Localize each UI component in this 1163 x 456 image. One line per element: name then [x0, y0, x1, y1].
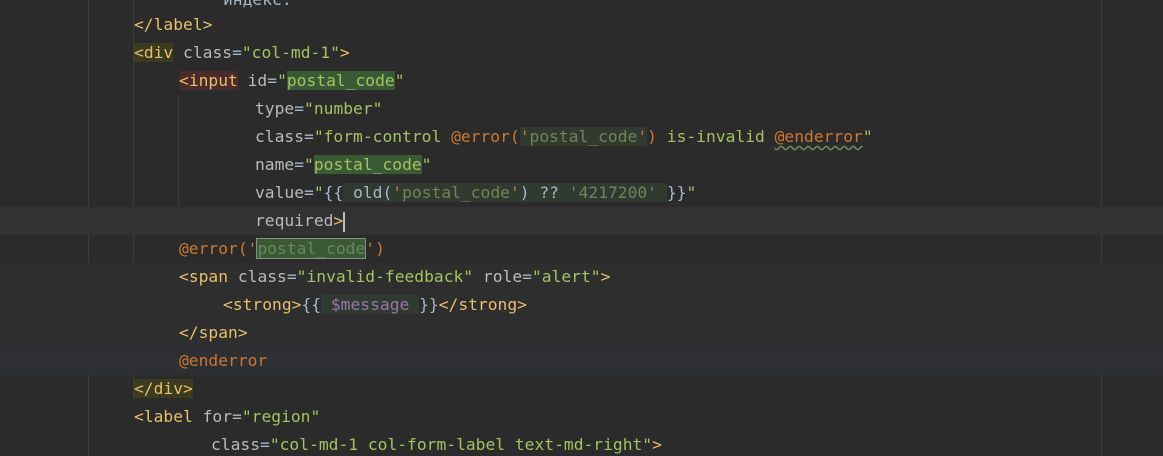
code-text: type="number" — [255, 99, 383, 118]
code-text: <input id="postal_code" — [179, 71, 405, 90]
code-line[interactable]: <span class="invalid-feedback" role="ale… — [0, 263, 1163, 291]
code-text: </div> — [134, 375, 193, 403]
code-editor[interactable]: индекс: </label> <div class="col-md-1"> … — [0, 0, 1163, 456]
code-line[interactable]: <div class="col-md-1"> — [0, 39, 1163, 67]
code-line[interactable]: value="{{ old('postal_code') ?? '4217200… — [0, 179, 1163, 207]
code-line[interactable]: </span> — [0, 319, 1163, 347]
code-text: @enderror — [179, 351, 268, 370]
code-line[interactable]: <input id="postal_code" — [0, 67, 1163, 95]
code-line[interactable]: type="number" — [0, 95, 1163, 123]
code-line[interactable]: </div> — [0, 375, 1163, 403]
code-line-current[interactable]: required> — [0, 207, 1163, 235]
code-line[interactable]: class="form-control @error('postal_code'… — [0, 123, 1163, 151]
occurrence-highlight: postal_code — [286, 71, 395, 90]
code-text: class="form-control @error('postal_code'… — [255, 127, 873, 146]
code-line[interactable]: @error('postal_code') — [0, 235, 1163, 263]
code-line[interactable]: <label for="region" — [0, 403, 1163, 431]
text-caret — [343, 211, 346, 232]
blade-echo-region: old('postal_code') ?? '4217200' — [343, 183, 667, 202]
matched-tag: </div> — [134, 379, 193, 398]
warning-underline: @enderror — [774, 127, 863, 146]
code-text: <label for="region" — [134, 407, 321, 426]
code-text: class="col-md-1 col-form-label text-md-r… — [211, 435, 662, 454]
code-line[interactable]: <strong>{{ $message }}</strong> — [0, 291, 1163, 319]
code-text: name="postal_code" — [255, 155, 432, 174]
code-text: value="{{ old('postal_code') ?? '4217200… — [255, 183, 697, 202]
code-line[interactable]: @enderror — [0, 347, 1163, 375]
matched-tag: <div — [134, 43, 174, 62]
occurrence-highlight: postal_code — [313, 155, 422, 174]
code-text: required> — [255, 211, 346, 232]
code-text: <div class="col-md-1"> — [134, 43, 350, 62]
code-text: @error('postal_code') — [179, 238, 385, 259]
blade-echo-region: $message — [321, 295, 420, 314]
code-line[interactable]: </label> — [0, 11, 1163, 39]
code-line[interactable]: name="postal_code" — [0, 151, 1163, 179]
code-text: </label> — [134, 15, 213, 34]
code-text: </span> — [179, 323, 248, 342]
code-text: <strong>{{ $message }}</strong> — [223, 295, 527, 314]
code-text: <span class="invalid-feedback" role="ale… — [179, 267, 611, 286]
occurrence-highlight: postal_code — [529, 127, 638, 146]
selected-occurrence: postal_code — [256, 238, 367, 259]
code-line[interactable]: class="col-md-1 col-form-label text-md-r… — [0, 431, 1163, 456]
occurrence-highlight: postal_code — [402, 183, 510, 202]
matched-tag: <input — [179, 71, 238, 90]
